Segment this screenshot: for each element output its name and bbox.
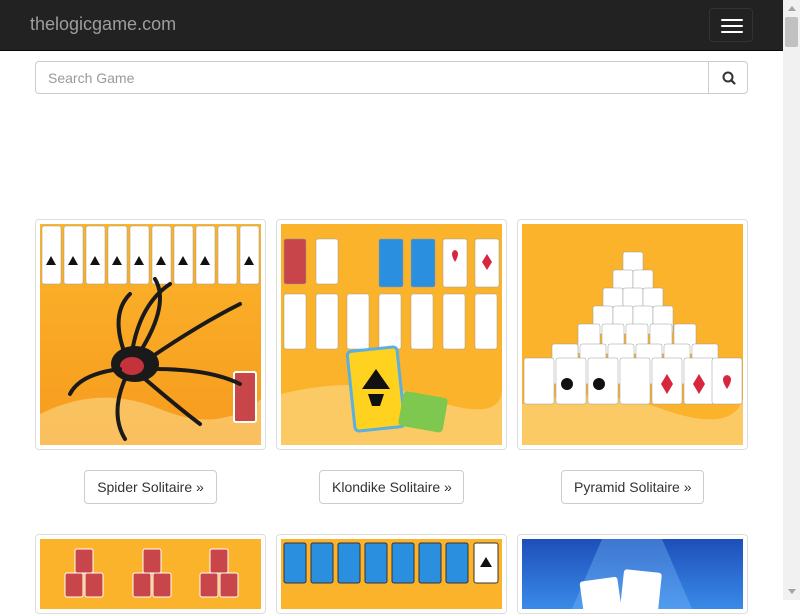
search-input[interactable] [35, 61, 709, 94]
klondike-solitaire-button[interactable]: Klondike Solitaire » [319, 470, 464, 504]
menu-toggle-button[interactable] [709, 8, 753, 42]
search-icon [722, 71, 736, 85]
game-thumbnail-6[interactable] [517, 534, 748, 614]
game-thumbnail-4[interactable] [35, 534, 266, 614]
pyramid-solitaire-button[interactable]: Pyramid Solitaire » [561, 470, 704, 504]
hamburger-icon-bar [721, 25, 743, 27]
klondike-solitaire-thumbnail[interactable] [276, 219, 507, 450]
pyramid-solitaire-image [522, 224, 743, 445]
game-image-4 [40, 539, 261, 609]
spider-solitaire-image [40, 224, 261, 445]
klondike-solitaire-image [281, 224, 502, 445]
hamburger-icon-bar [721, 31, 743, 33]
game-thumbnail-5[interactable] [276, 534, 507, 614]
search-button[interactable] [708, 61, 748, 94]
game-image-6 [522, 539, 743, 609]
pyramid-solitaire-thumbnail[interactable] [517, 219, 748, 450]
spider-solitaire-button[interactable]: Spider Solitaire » [84, 470, 217, 504]
scroll-down-arrow-icon[interactable] [783, 583, 800, 600]
scrollbar[interactable] [783, 0, 800, 600]
search-bar [35, 61, 748, 94]
hamburger-icon [721, 19, 743, 21]
navbar: thelogicgame.com [0, 0, 783, 51]
scroll-thumb[interactable] [785, 17, 798, 47]
scroll-up-arrow-icon[interactable] [783, 0, 800, 17]
game-image-5 [281, 539, 502, 609]
spider-solitaire-thumbnail[interactable] [35, 219, 266, 450]
brand-link[interactable]: thelogicgame.com [30, 14, 176, 35]
